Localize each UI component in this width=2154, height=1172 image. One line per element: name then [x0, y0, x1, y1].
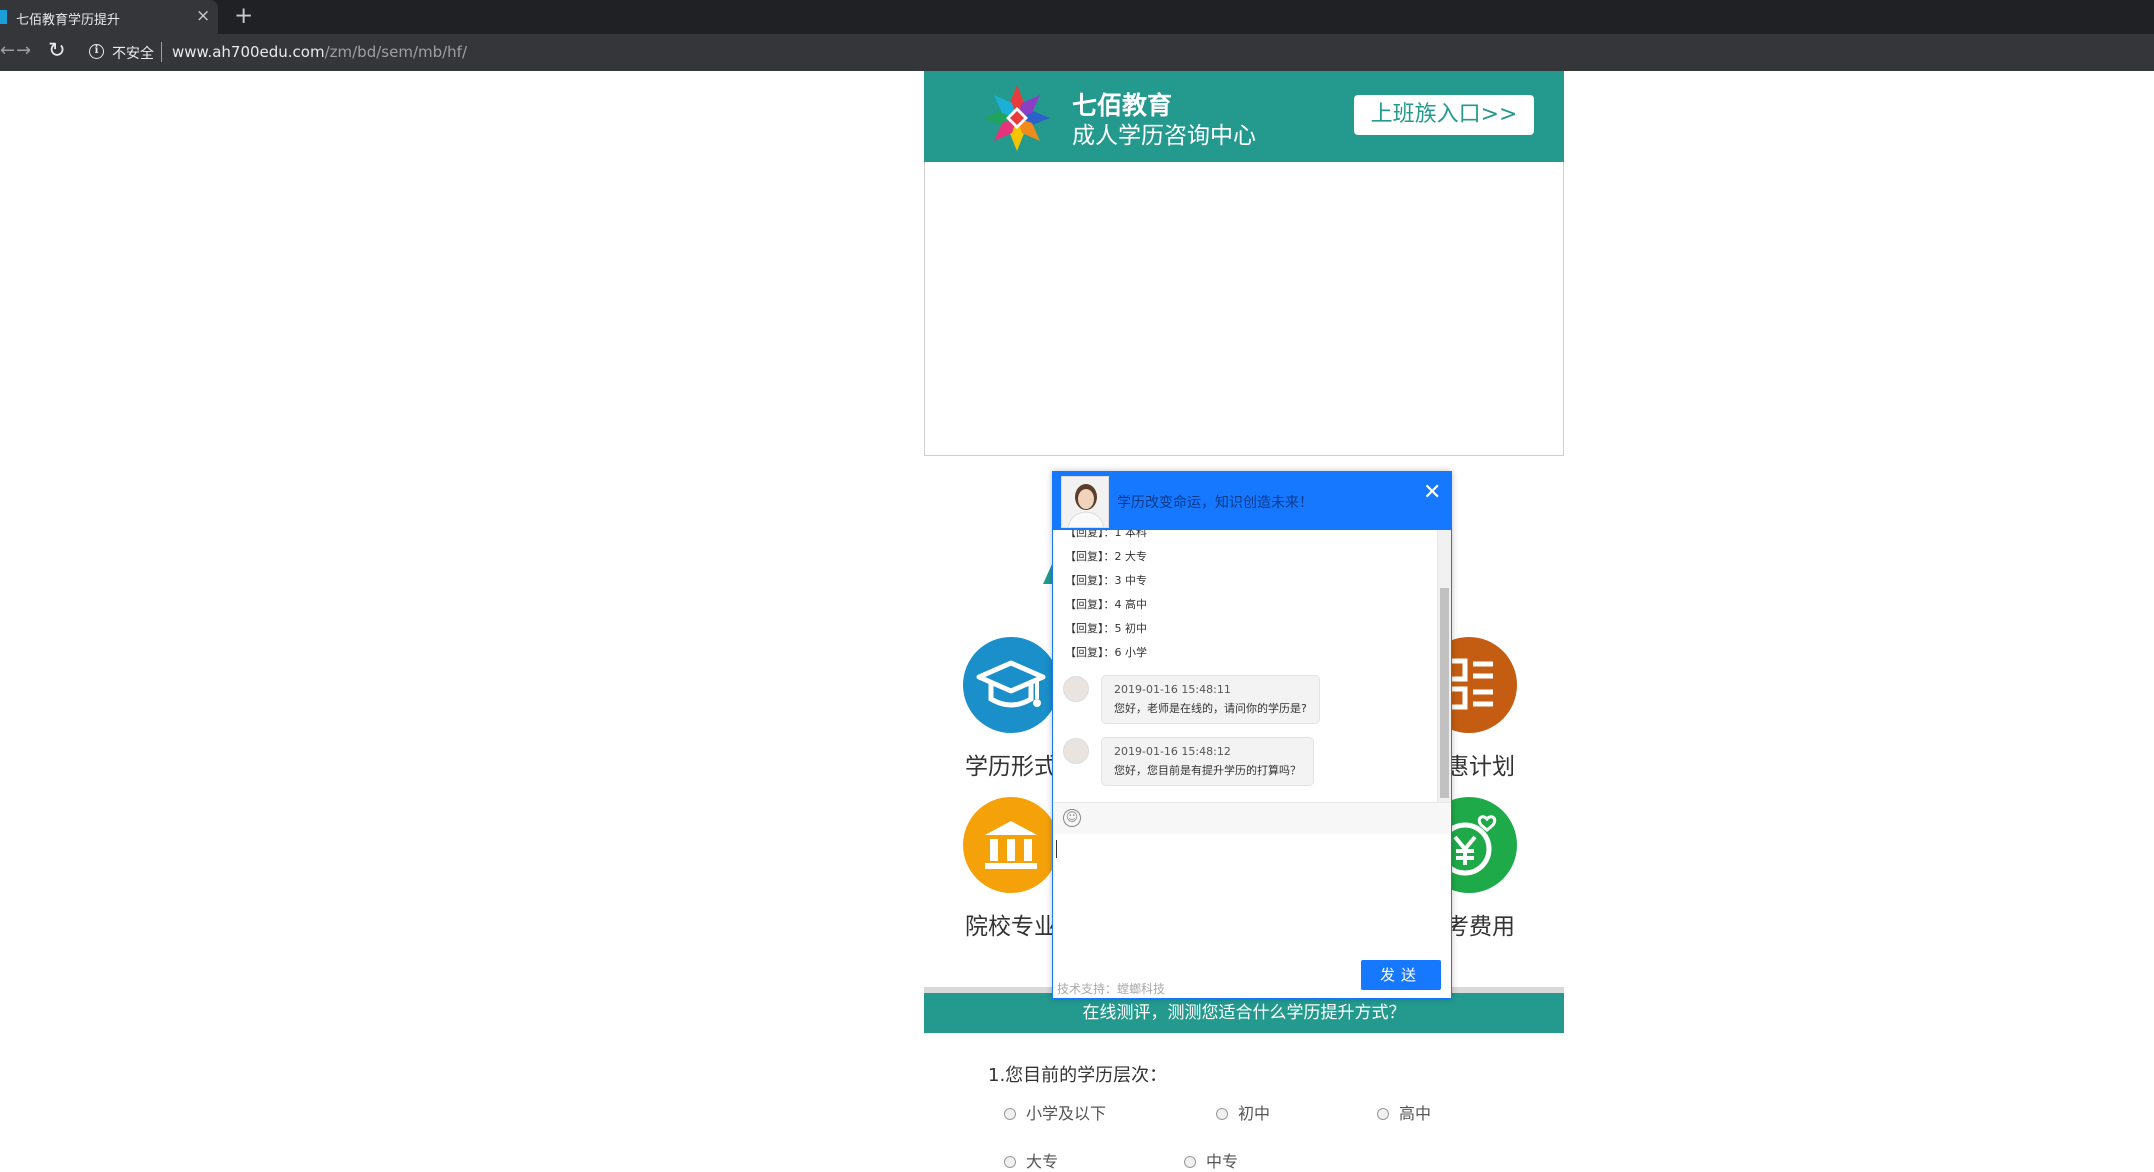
- message-text: 您好，您目前是有提升学历的打算吗？: [1114, 764, 1301, 777]
- new-tab-icon[interactable]: +: [234, 3, 253, 29]
- text-caret: [1056, 840, 1057, 858]
- info-icon[interactable]: i: [89, 44, 104, 59]
- agent-avatar: [1063, 738, 1089, 764]
- feature-label: 院校专业: [965, 914, 1057, 940]
- quiz-question-1: 1.您目前的学历层次：: [988, 1065, 1168, 1086]
- message-time: 2019-01-16 15:48:11: [1114, 683, 1231, 696]
- quiz-option[interactable]: 中专: [1184, 1148, 1238, 1172]
- forward-icon[interactable]: →: [16, 40, 31, 61]
- url-host: www.ah700edu.com: [172, 43, 325, 61]
- banner-area: [924, 162, 1564, 456]
- message-text: 您好，老师是在线的，请问你的学历是?: [1114, 702, 1307, 715]
- scrollbar-thumb[interactable]: [1440, 588, 1449, 798]
- office-worker-entry-button[interactable]: 上班族入口>>: [1354, 95, 1534, 135]
- quiz-option[interactable]: 大专: [1004, 1148, 1058, 1172]
- reply-option: 【回复】：1 本科: [1065, 530, 1147, 539]
- institution-icon: [963, 797, 1059, 893]
- chat-bubble: 2019-01-16 15:48:11 您好，老师是在线的，请问你的学历是?: [1101, 675, 1320, 724]
- tab-title: 七佰教育学历提升: [16, 13, 121, 28]
- quiz-option[interactable]: 小学及以下: [1004, 1100, 1106, 1124]
- quiz-option[interactable]: 高中: [1377, 1100, 1431, 1124]
- reply-option: 【回复】：6 小学: [1065, 646, 1147, 659]
- send-button[interactable]: 发送: [1361, 960, 1441, 990]
- chat-messages[interactable]: 【回复】：1 本科 【回复】：2 大专 【回复】：3 中专 【回复】：4 高中 …: [1053, 530, 1451, 802]
- chat-scrollbar[interactable]: [1437, 530, 1451, 802]
- close-icon[interactable]: ✕: [1423, 480, 1441, 505]
- chat-widget: 学历改变命运，知识创造未来！ ✕ 【回复】：1 本科 【回复】：2 大专 【回复…: [1052, 471, 1452, 999]
- feature-school-major[interactable]: 院校专业: [956, 797, 1066, 941]
- emoji-icon[interactable]: ☺: [1063, 809, 1081, 827]
- chat-input[interactable]: [1053, 834, 1451, 954]
- quiz-banner: 在线测评，测测您适合什么学历提升方式？: [924, 993, 1564, 1033]
- message-time: 2019-01-16 15:48:12: [1114, 745, 1231, 758]
- address-bar[interactable]: www.ah700edu.com/zm/bd/sem/mb/hf/: [172, 43, 467, 61]
- brand-subtitle: 成人学历咨询中心: [1072, 123, 1256, 149]
- chat-bubble: 2019-01-16 15:48:12 您好，您目前是有提升学历的打算吗？: [1101, 737, 1314, 786]
- browser-toolbar: ← → ↻ i 不安全 www.ah700edu.com/zm/bd/sem/m…: [0, 34, 2154, 71]
- browser-tab[interactable]: 七佰教育学历提升 ×: [0, 0, 218, 34]
- favicon-icon: [0, 10, 7, 24]
- agent-avatar: [1063, 676, 1089, 702]
- tech-support-label: 技术支持：螳螂科技: [1057, 982, 1166, 996]
- graduation-cap-icon: [963, 637, 1059, 733]
- star-logo-icon: [984, 85, 1050, 151]
- back-icon[interactable]: ←: [0, 40, 15, 61]
- url-path: /zm/bd/sem/mb/hf/: [324, 43, 468, 61]
- quiz-option[interactable]: 初中: [1216, 1100, 1270, 1124]
- reload-icon[interactable]: ↻: [48, 38, 66, 62]
- agent-avatar: [1061, 476, 1109, 528]
- address-separator: [161, 42, 162, 62]
- tab-close-icon[interactable]: ×: [196, 6, 210, 26]
- radio-button[interactable]: [1004, 1108, 1016, 1120]
- reply-option: 【回复】：4 高中: [1065, 598, 1147, 611]
- chat-slogan: 学历改变命运，知识创造未来！: [1117, 495, 1313, 511]
- chat-toolbar: ☺: [1053, 802, 1451, 834]
- reply-option: 【回复】：2 大专: [1065, 550, 1147, 563]
- site-header: 七佰教育 成人学历咨询中心 上班族入口>>: [924, 71, 1564, 162]
- radio-button[interactable]: [1377, 1108, 1389, 1120]
- chat-header[interactable]: 学历改变命运，知识创造未来！ ✕: [1053, 472, 1451, 530]
- radio-button[interactable]: [1184, 1156, 1196, 1168]
- insecure-label[interactable]: 不安全: [112, 43, 154, 63]
- radio-button[interactable]: [1216, 1108, 1228, 1120]
- radio-button[interactable]: [1004, 1156, 1016, 1168]
- reply-option: 【回复】：5 初中: [1065, 622, 1147, 635]
- reply-option: 【回复】：3 中专: [1065, 574, 1147, 587]
- browser-tab-bar: 七佰教育学历提升 × +: [0, 0, 2154, 34]
- feature-education-form[interactable]: 学历形式: [956, 637, 1066, 781]
- feature-label: 学历形式: [965, 754, 1057, 780]
